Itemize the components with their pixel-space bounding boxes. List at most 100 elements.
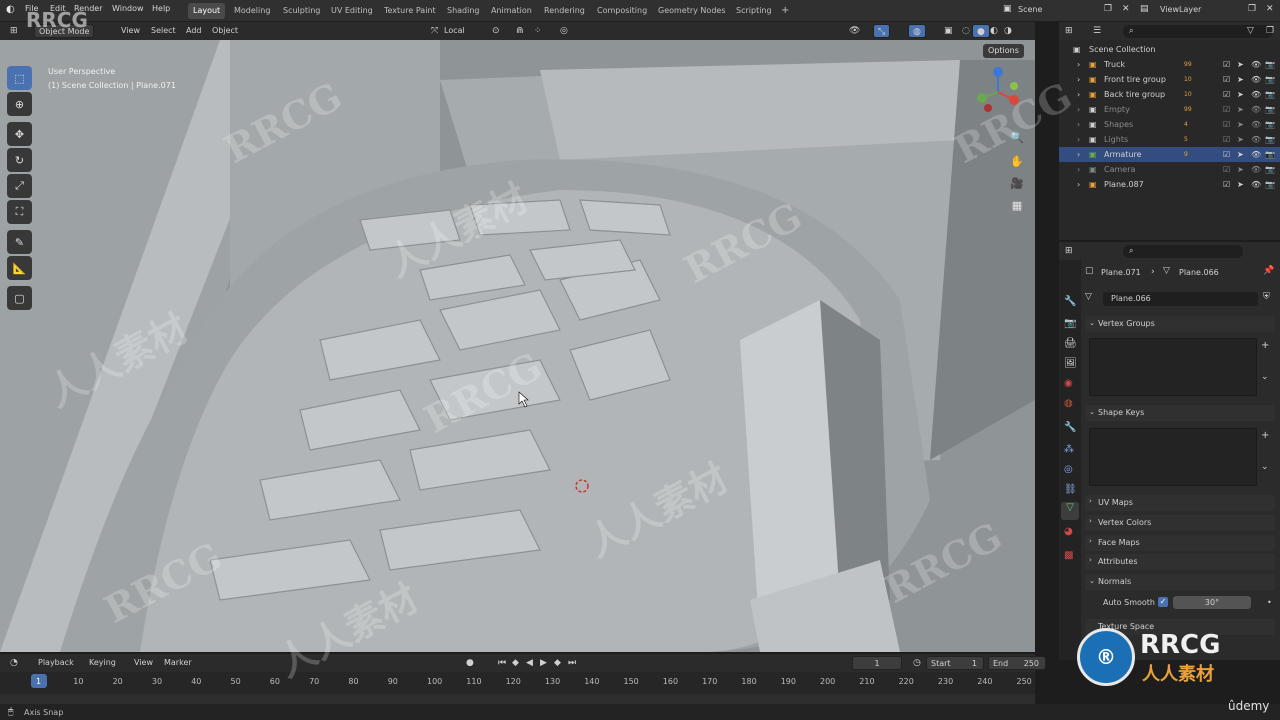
playback-menu[interactable]: Playback xyxy=(34,656,78,670)
render-camera-icon[interactable]: 📷 xyxy=(1265,177,1275,192)
selectable-icon[interactable]: ➤ xyxy=(1237,162,1244,177)
timeline-editor-icon[interactable]: ◔ xyxy=(6,656,22,670)
jump-end-icon[interactable]: ⏭ xyxy=(564,656,580,670)
render-camera-icon[interactable]: 📷 xyxy=(1265,72,1275,87)
snap-icon[interactable]: ⋒ xyxy=(512,24,528,38)
include-checkbox-icon[interactable]: ☑ xyxy=(1223,132,1230,147)
visibility-icon[interactable]: 👁 xyxy=(845,24,864,38)
auto-smooth-checkbox[interactable]: ✓ xyxy=(1158,597,1168,607)
constraints-tab-icon[interactable]: ⛓ xyxy=(1064,484,1077,495)
pin-icon[interactable]: 📌 xyxy=(1263,266,1274,276)
annotate-icon[interactable]: ✎ xyxy=(7,230,32,254)
eye-icon[interactable]: 👁 xyxy=(1251,72,1261,87)
add-cube-icon[interactable]: ▢ xyxy=(7,286,32,310)
tab-sculpting[interactable]: Sculpting xyxy=(278,3,325,19)
add-workspace-icon[interactable]: + xyxy=(776,3,794,19)
play-icon[interactable]: ▶ xyxy=(536,656,551,670)
add-shape-key-icon[interactable]: + xyxy=(1261,430,1269,441)
fake-user-icon[interactable]: ⛨ xyxy=(1263,292,1270,302)
expand-arrow-icon[interactable]: › xyxy=(1077,87,1080,102)
tab-animation[interactable]: Animation xyxy=(486,3,537,19)
delete-scene-icon[interactable]: ✕ xyxy=(1122,4,1130,14)
next-keyframe-icon[interactable]: ◆ xyxy=(550,656,565,670)
scale-icon[interactable]: ⤢ xyxy=(7,174,32,198)
outliner-editor-icon[interactable]: ⊞ xyxy=(1061,24,1077,38)
record-icon[interactable]: ● xyxy=(462,656,478,670)
tab-uv-editing[interactable]: UV Editing xyxy=(326,3,378,19)
outliner-item-camera[interactable]: › ▣ Camera ☑ ➤ 👁 📷 xyxy=(1059,162,1280,177)
timeline-scrollbar[interactable] xyxy=(0,694,1035,704)
physics-tab-icon[interactable]: ◎ xyxy=(1064,464,1073,475)
include-checkbox-icon[interactable]: ☑ xyxy=(1223,72,1230,87)
timeline-view-menu[interactable]: View xyxy=(130,656,157,670)
outliner-item-lights[interactable]: › ▣ Lights 5 ☑ ➤ 👁 📷 xyxy=(1059,132,1280,147)
auto-smooth-angle-field[interactable]: 30° xyxy=(1173,596,1251,609)
vertex-groups-list[interactable] xyxy=(1089,338,1257,396)
mesh-data-tab-icon[interactable]: ▽ xyxy=(1061,502,1079,520)
eye-icon[interactable]: 👁 xyxy=(1251,162,1261,177)
overlay-toggle-icon[interactable]: ◍ xyxy=(908,24,926,38)
outliner-item-empty[interactable]: › ▣ Empty 99 ☑ ➤ 👁 📷 xyxy=(1059,102,1280,117)
include-checkbox-icon[interactable]: ☑ xyxy=(1223,162,1230,177)
eye-icon[interactable]: 👁 xyxy=(1251,102,1261,117)
vertex-group-menu-icon[interactable]: ⌄ xyxy=(1261,372,1269,382)
world-tab-icon[interactable]: ◍ xyxy=(1064,398,1073,409)
tab-compositing[interactable]: Compositing xyxy=(592,3,652,19)
shape-keys-list[interactable] xyxy=(1089,428,1257,486)
xray-icon[interactable]: ▣ xyxy=(940,24,957,38)
scene-selector[interactable]: Scene xyxy=(1014,3,1046,17)
expand-arrow-icon[interactable]: › xyxy=(1077,57,1080,72)
end-frame-field[interactable]: End 250 xyxy=(988,656,1046,670)
outliner-item-back-tire-group[interactable]: › ▣ Back tire group 10 ☑ ➤ 👁 📷 xyxy=(1059,87,1280,102)
selectable-icon[interactable]: ➤ xyxy=(1237,132,1244,147)
cursor-icon[interactable]: ⊕ xyxy=(7,92,32,116)
render-camera-icon[interactable]: 📷 xyxy=(1265,162,1275,177)
start-frame-field[interactable]: Start 1 xyxy=(926,656,984,670)
measure-icon[interactable]: 📐 xyxy=(7,256,32,280)
material-tab-icon[interactable]: ◕ xyxy=(1064,526,1073,537)
tab-shading[interactable]: Shading xyxy=(442,3,485,19)
rendered-shading-icon[interactable]: ◑ xyxy=(1000,24,1016,38)
vertex-groups-panel[interactable]: Vertex Groups xyxy=(1085,316,1275,332)
menu-help[interactable]: Help xyxy=(152,4,170,13)
tab-scripting[interactable]: Scripting xyxy=(731,3,777,19)
pan-hand-icon[interactable]: ✋ xyxy=(1008,152,1026,170)
outliner-item-front-tire-group[interactable]: › ▣ Front tire group 10 ☑ ➤ 👁 📷 xyxy=(1059,72,1280,87)
include-checkbox-icon[interactable]: ☑ xyxy=(1223,87,1230,102)
expand-arrow-icon[interactable]: › xyxy=(1077,177,1080,192)
texture-tab-icon[interactable]: ▩ xyxy=(1064,550,1073,561)
particles-tab-icon[interactable]: ⁂ xyxy=(1064,444,1074,455)
selectable-icon[interactable]: ➤ xyxy=(1237,102,1244,117)
scene-tab-icon[interactable]: ◉ xyxy=(1064,378,1073,389)
proportional-edit-icon[interactable]: ◎ xyxy=(556,24,572,38)
vertex-colors-panel[interactable]: Vertex Colors xyxy=(1085,515,1275,531)
options-button[interactable]: Options xyxy=(983,44,1024,58)
render-camera-icon[interactable]: 📷 xyxy=(1265,147,1275,162)
selectable-icon[interactable]: ➤ xyxy=(1237,57,1244,72)
menu-object[interactable]: Object xyxy=(208,24,242,38)
expand-arrow-icon[interactable]: › xyxy=(1077,132,1080,147)
properties-editor-icon[interactable]: ⊞ xyxy=(1061,244,1077,258)
current-frame-field[interactable]: 1 xyxy=(852,656,902,670)
expand-arrow-icon[interactable]: › xyxy=(1077,162,1080,177)
tab-layout[interactable]: Layout xyxy=(188,3,226,19)
prev-keyframe-icon[interactable]: ◆ xyxy=(508,656,523,670)
expand-arrow-icon[interactable]: › xyxy=(1077,72,1080,87)
menu-view[interactable]: View xyxy=(117,24,144,38)
render-camera-icon[interactable]: 📷 xyxy=(1265,57,1275,72)
outliner-item-plane-087[interactable]: › ▣ Plane.087 ☑ ➤ 👁 📷 xyxy=(1059,177,1280,192)
include-checkbox-icon[interactable]: ☑ xyxy=(1223,117,1230,132)
filter-display-icon[interactable]: ☰ xyxy=(1089,24,1105,38)
add-vertex-group-icon[interactable]: + xyxy=(1261,340,1269,351)
move-icon[interactable]: ✥ xyxy=(7,122,32,146)
tab-rendering[interactable]: Rendering xyxy=(539,3,590,19)
marker-menu[interactable]: Marker xyxy=(160,656,196,670)
blender-logo-icon[interactable]: ◐ xyxy=(6,4,15,15)
include-checkbox-icon[interactable]: ☑ xyxy=(1223,102,1230,117)
render-camera-icon[interactable]: 📷 xyxy=(1265,117,1275,132)
view-layer-tab-icon[interactable]: 🖼 xyxy=(1064,358,1077,369)
include-checkbox-icon[interactable]: ☑ xyxy=(1223,147,1230,162)
expand-arrow-icon[interactable]: › xyxy=(1077,117,1080,132)
editor-type-icon[interactable]: ⊞ xyxy=(6,24,22,38)
eye-icon[interactable]: 👁 xyxy=(1251,117,1261,132)
